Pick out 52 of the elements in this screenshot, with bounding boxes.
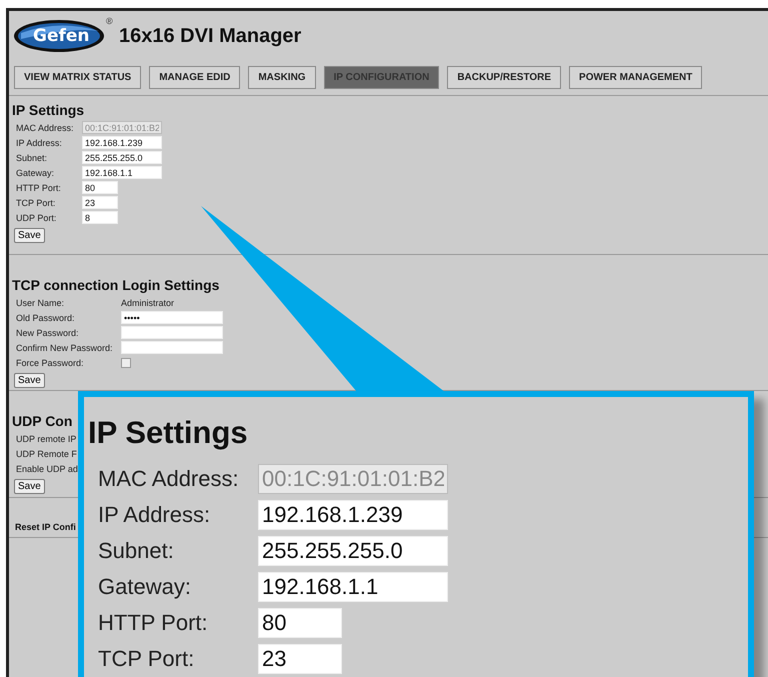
input-field[interactable]: 80 [82,181,118,194]
field-label: MAC Address: [98,466,240,492]
input-field[interactable]: 192.168.1.1 [82,166,162,179]
input-field[interactable]: 192.168.1.1 [258,572,448,602]
field-label: New Password: [16,328,80,338]
field-label: Confirm New Password: [16,342,114,352]
field-label: UDP Remote F [16,448,78,458]
section-heading: UDP Con [12,413,74,429]
field-label: HTTP Port: [98,610,209,636]
checkbox[interactable] [121,358,131,368]
input-field[interactable]: 23 [82,196,118,209]
section-heading: TCP connection Login Settings [12,277,220,293]
input-field[interactable] [121,341,223,354]
field-label: MAC Address: [16,122,75,132]
nav-tab[interactable]: VIEW MATRIX STATUS [14,66,142,89]
field-label: IP Address: [98,502,212,528]
field-label: UDP Port: [16,212,58,222]
input-field[interactable]: 192.168.1.239 [82,136,162,149]
field-label: Gateway: [16,168,56,178]
field-label: Gateway: [98,574,192,600]
field-label: UDP remote IP [16,434,78,444]
field-label: Subnet: [16,152,48,162]
input-field[interactable]: 255.255.255.0 [82,151,162,164]
field-label: IP Address: [16,138,63,148]
input-field[interactable]: 80 [258,608,342,638]
input-field[interactable]: 23 [258,644,342,674]
field-label: Enable UDP ad [16,464,79,474]
field-label: TCP Port: [98,646,196,672]
nav-tab[interactable]: BACKUP/RESTORE [447,66,562,89]
save-button[interactable]: Save [14,373,45,388]
input-field[interactable]: 8 [82,211,118,224]
field-label: User Name: [16,298,66,308]
field-label: TCP Port: [16,198,56,208]
input-field[interactable]: 192.168.1.239 [258,500,448,530]
reset-label: Reset IP Confi [15,522,77,532]
nav-tab[interactable]: MASKING [248,66,316,89]
callout-heading: IP Settings [88,415,249,451]
registered-mark: ® [106,16,113,26]
section-heading: IP Settings [12,102,86,118]
nav-tab[interactable]: MANAGE EDID [149,66,240,89]
input-field[interactable] [121,326,223,339]
input-field[interactable]: ••••• [121,311,223,324]
field-label: Subnet: [98,538,175,564]
field-label: Old Password: [16,312,76,322]
page-title: 16x16 DVI Manager [119,24,302,48]
save-button[interactable]: Save [14,228,45,243]
input-field[interactable]: 255.255.255.0 [258,536,448,566]
save-button[interactable]: Save [14,479,45,494]
field-value: Administrator [121,298,174,308]
field-label: Force Password: [16,358,85,368]
field-label: HTTP Port: [16,182,62,192]
nav-tab[interactable]: POWER MANAGEMENT [569,66,702,89]
